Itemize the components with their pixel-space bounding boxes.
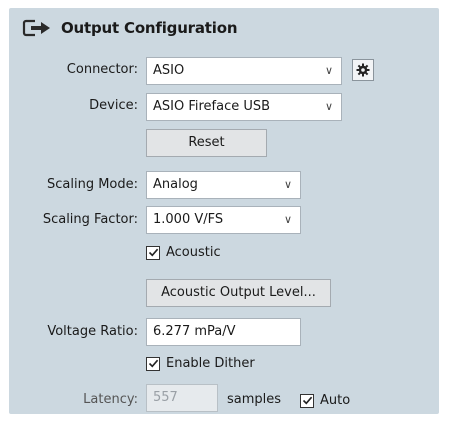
acoustic-output-level-button[interactable]: Acoustic Output Level... xyxy=(146,279,331,307)
checkmark-icon xyxy=(148,359,158,368)
chevron-down-icon: ∨ xyxy=(283,213,292,226)
connector-value: ASIO xyxy=(153,63,185,78)
checkmark-icon xyxy=(302,396,312,405)
scaling-factor-value: 1.000 V/FS xyxy=(153,212,224,227)
checkbox-box xyxy=(300,393,314,408)
panel-header: Output Configuration xyxy=(22,16,238,40)
device-label: Device: xyxy=(89,98,138,113)
latency-value: 557 xyxy=(153,390,178,405)
connector-settings-button[interactable] xyxy=(352,59,374,81)
latency-auto-label: Auto xyxy=(320,393,351,408)
device-value: ASIO Fireface USB xyxy=(153,99,271,114)
acoustic-label: Acoustic xyxy=(166,245,221,260)
voltage-ratio-label: Voltage Ratio: xyxy=(47,324,138,339)
enable-dither-checkbox[interactable]: Enable Dither xyxy=(146,356,255,371)
latency-auto-checkbox[interactable]: Auto xyxy=(300,393,350,408)
scaling-mode-value: Analog xyxy=(153,177,198,192)
panel-title: Output Configuration xyxy=(61,19,238,37)
scaling-factor-combobox[interactable]: 1.000 V/FS ∨ xyxy=(146,206,301,234)
chevron-down-icon: ∨ xyxy=(324,100,333,113)
scaling-mode-label: Scaling Mode: xyxy=(46,177,138,192)
enable-dither-label: Enable Dither xyxy=(166,356,255,371)
checkbox-box xyxy=(146,356,160,371)
acoustic-checkbox[interactable]: Acoustic xyxy=(146,245,221,260)
connector-dropdown[interactable]: ASIO ∨ xyxy=(146,57,342,85)
voltage-ratio-value: 6.277 mPa/V xyxy=(153,324,236,339)
latency-unit: samples xyxy=(227,392,282,407)
voltage-ratio-input[interactable]: 6.277 mPa/V xyxy=(146,318,301,346)
latency-label: Latency: xyxy=(83,392,138,407)
scaling-factor-label: Scaling Factor: xyxy=(42,212,138,227)
gear-icon xyxy=(356,63,370,77)
checkbox-box xyxy=(146,245,160,260)
device-dropdown[interactable]: ASIO Fireface USB ∨ xyxy=(146,93,342,121)
scaling-mode-dropdown[interactable]: Analog ∨ xyxy=(146,171,301,199)
chevron-down-icon: ∨ xyxy=(324,64,333,77)
reset-button[interactable]: Reset xyxy=(146,129,267,157)
checkmark-icon xyxy=(148,248,158,257)
latency-input[interactable]: 557 xyxy=(146,384,218,412)
chevron-down-icon: ∨ xyxy=(283,178,292,191)
connector-label: Connector: xyxy=(66,62,138,77)
output-arrow-icon xyxy=(22,19,50,37)
output-configuration-panel: Output Configuration Connector: ASIO ∨ D… xyxy=(9,8,439,414)
